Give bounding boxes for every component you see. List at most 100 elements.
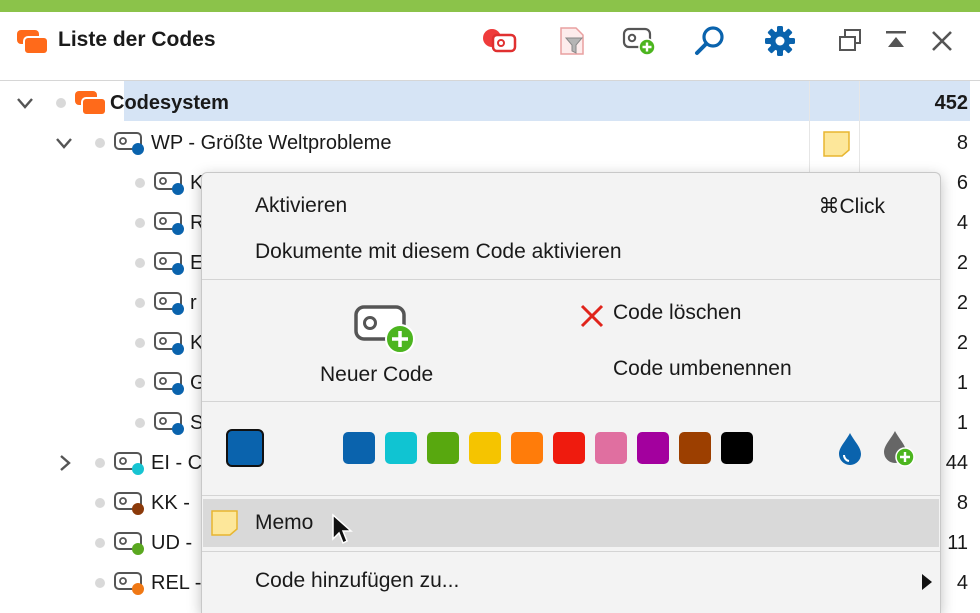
code-icon — [114, 572, 144, 595]
color-swatch-cyan[interactable] — [385, 432, 417, 464]
filter-button[interactable] — [552, 22, 592, 60]
status-dot — [95, 138, 105, 148]
tree-row-count: 8 — [956, 132, 968, 154]
code-icon — [154, 412, 184, 435]
code-icon — [154, 292, 184, 315]
color-swatch-blue[interactable] — [343, 432, 375, 464]
new-code-icon — [354, 305, 415, 354]
tree-row-label: Codesystem — [110, 92, 229, 114]
add-color-icon[interactable] — [882, 429, 918, 469]
code-icon — [154, 172, 184, 195]
tree-row-count: 2 — [956, 292, 968, 314]
tree-row-count: 6 — [956, 172, 968, 194]
status-dot — [135, 378, 145, 388]
code-icon — [114, 532, 144, 555]
status-dot — [95, 498, 105, 508]
tree-row-wp[interactable]: WP - Größte Weltprobleme 8 — [0, 123, 980, 163]
delete-code-label: Code löschen — [613, 301, 742, 324]
status-dot — [95, 458, 105, 468]
color-swatch-green[interactable] — [427, 432, 459, 464]
status-dot — [135, 258, 145, 268]
window-accent-bar — [0, 0, 980, 12]
panel-header: Liste der Codes — [0, 12, 980, 81]
color-swatch-brown[interactable] — [679, 432, 711, 464]
code-icon — [114, 452, 144, 475]
color-swatch-pink[interactable] — [595, 432, 627, 464]
menu-separator — [202, 495, 940, 496]
close-icon — [932, 31, 952, 51]
settings-icon — [765, 26, 795, 56]
undock-button[interactable] — [830, 22, 870, 60]
status-dot — [95, 538, 105, 548]
search-icon — [695, 26, 724, 55]
menu-item-memo[interactable]: Memo — [203, 499, 939, 547]
tree-row-count: 452 — [934, 92, 968, 114]
menu-item-activate-documents[interactable]: Dokumente mit diesem Code aktivieren — [255, 240, 622, 264]
code-icon — [154, 212, 184, 235]
tree-row-label: r — [190, 292, 197, 314]
color-swatch-black[interactable] — [721, 432, 753, 464]
color-swatch-orange[interactable] — [511, 432, 543, 464]
color-swatch-yellow[interactable] — [469, 432, 501, 464]
status-dot — [135, 218, 145, 228]
tree-row-count: 4 — [956, 572, 968, 594]
tree-row-label: UD - — [151, 532, 193, 554]
chevron-down-icon[interactable] — [16, 94, 34, 112]
close-panel-button[interactable] — [922, 22, 962, 60]
menu-item-rename-code[interactable]: Code umbenennen — [613, 357, 792, 381]
collapse-icon — [886, 31, 906, 47]
tree-row-count: 11 — [947, 532, 968, 554]
tree-row-label: KK - — [151, 492, 190, 514]
reset-codes-button[interactable] — [480, 22, 520, 60]
new-code-label: Neuer Code — [320, 363, 434, 386]
memo-icon[interactable] — [822, 130, 852, 158]
color-swatch-red[interactable] — [553, 432, 585, 464]
menu-item-add-code-to[interactable]: Code hinzufügen zu... — [203, 559, 939, 603]
settings-button[interactable] — [760, 22, 800, 60]
color-swatch-purple[interactable] — [637, 432, 669, 464]
tree-row-count: 4 — [956, 212, 968, 234]
code-reset-icon — [483, 29, 517, 53]
status-dot — [56, 98, 66, 108]
code-icon — [114, 492, 144, 515]
mouse-pointer-icon — [332, 513, 353, 545]
menu-separator — [202, 401, 940, 402]
status-dot — [95, 578, 105, 588]
tree-row-label: REL - — [151, 572, 202, 594]
context-menu: Aktivieren ⌘Click Dokumente mit diesem C… — [201, 172, 941, 613]
menu-item-activate[interactable]: Aktivieren — [255, 194, 347, 218]
menu-separator — [202, 551, 940, 552]
tree-row-count: 1 — [956, 372, 968, 394]
code-icon — [154, 332, 184, 355]
filter-icon — [560, 27, 584, 55]
chevron-down-icon[interactable] — [55, 134, 73, 152]
new-code-icon — [622, 27, 656, 56]
tree-row-count: 1 — [956, 412, 968, 434]
submenu-arrow-icon — [922, 574, 932, 590]
delete-code-button[interactable]: Code löschen — [578, 299, 798, 331]
tree-row-count: 8 — [956, 492, 968, 514]
undock-icon — [839, 29, 861, 51]
tree-row-codesystem[interactable]: Codesystem 452 — [0, 83, 980, 123]
current-color-swatch[interactable] — [226, 429, 264, 467]
new-code-button[interactable] — [620, 22, 660, 60]
memo-icon — [211, 510, 238, 536]
activate-shortcut: ⌘Click — [818, 195, 886, 218]
delete-x-icon — [580, 304, 604, 328]
collapse-panel-button[interactable] — [876, 22, 916, 60]
code-icon — [114, 132, 144, 155]
tree-row-label: EI - C — [151, 452, 203, 474]
color-drop-icon[interactable] — [836, 431, 864, 467]
search-button[interactable] — [690, 22, 730, 60]
new-code-button[interactable]: Neuer Code — [312, 293, 462, 393]
code-icon — [154, 372, 184, 395]
tree-row-count: 2 — [956, 252, 968, 274]
tree-row-count: 2 — [956, 332, 968, 354]
panel-title: Liste der Codes — [58, 28, 216, 51]
status-dot — [135, 178, 145, 188]
code-list-icon — [17, 30, 49, 55]
tree-row-count: 44 — [945, 452, 968, 474]
chevron-right-icon[interactable] — [56, 454, 74, 472]
code-icon — [154, 252, 184, 275]
code-system-icon — [75, 91, 107, 116]
